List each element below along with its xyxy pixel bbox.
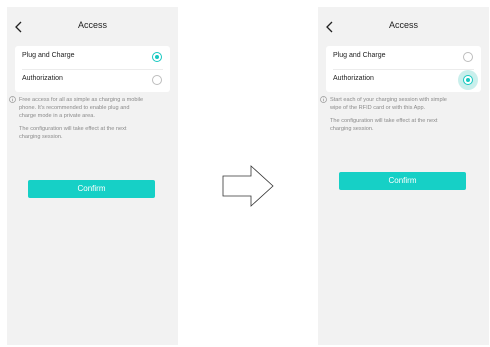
radio-selected-icon[interactable] xyxy=(152,52,162,62)
right-arrow-icon xyxy=(222,165,274,207)
info-line: Free access for all as simple as chargin… xyxy=(19,97,144,103)
option-label: Authorization xyxy=(333,75,374,82)
access-options-card: Plug and Charge Authorization xyxy=(326,46,481,92)
note-line: The configuration will take effect at th… xyxy=(330,118,438,124)
screen-after: Access Plug and Charge Authorization Sta… xyxy=(318,7,489,345)
note-line: charging session. xyxy=(19,134,63,140)
option-plug-and-charge[interactable]: Plug and Charge xyxy=(15,46,170,69)
config-note: The configuration will take effect at th… xyxy=(330,117,485,133)
option-label: Plug and Charge xyxy=(22,52,75,59)
option-label: Authorization xyxy=(22,75,63,82)
page-title: Access xyxy=(77,20,107,30)
confirm-button[interactable]: Confirm xyxy=(28,180,155,198)
info-line: wipe of the RFID card or with this App. xyxy=(330,105,426,111)
option-authorization[interactable]: Authorization xyxy=(15,69,170,92)
note-line: charging session. xyxy=(330,126,374,132)
page-title: Access xyxy=(388,20,418,30)
info-line: Start each of your charging session with… xyxy=(330,97,447,103)
info-line: charge mode in a private area. xyxy=(19,113,95,119)
config-note: The configuration will take effect at th… xyxy=(19,125,174,141)
access-options-card: Plug and Charge Authorization xyxy=(15,46,170,92)
option-authorization[interactable]: Authorization xyxy=(326,69,481,92)
confirm-button[interactable]: Confirm xyxy=(339,172,466,190)
info-circle-icon xyxy=(9,96,16,103)
info-description: Start each of your charging session with… xyxy=(330,96,485,112)
radio-unselected-icon[interactable] xyxy=(152,75,162,85)
screen-before: Access Plug and Charge Authorization Fre… xyxy=(7,7,178,345)
info-circle-icon xyxy=(320,96,327,103)
info-description: Free access for all as simple as chargin… xyxy=(19,96,174,120)
radio-unselected-icon[interactable] xyxy=(463,52,473,62)
radio-selected-icon[interactable] xyxy=(463,75,473,85)
option-plug-and-charge[interactable]: Plug and Charge xyxy=(326,46,481,69)
note-line: The configuration will take effect at th… xyxy=(19,126,127,132)
option-label: Plug and Charge xyxy=(333,52,386,59)
info-line: phone. It's recommended to enable plug a… xyxy=(19,105,130,111)
